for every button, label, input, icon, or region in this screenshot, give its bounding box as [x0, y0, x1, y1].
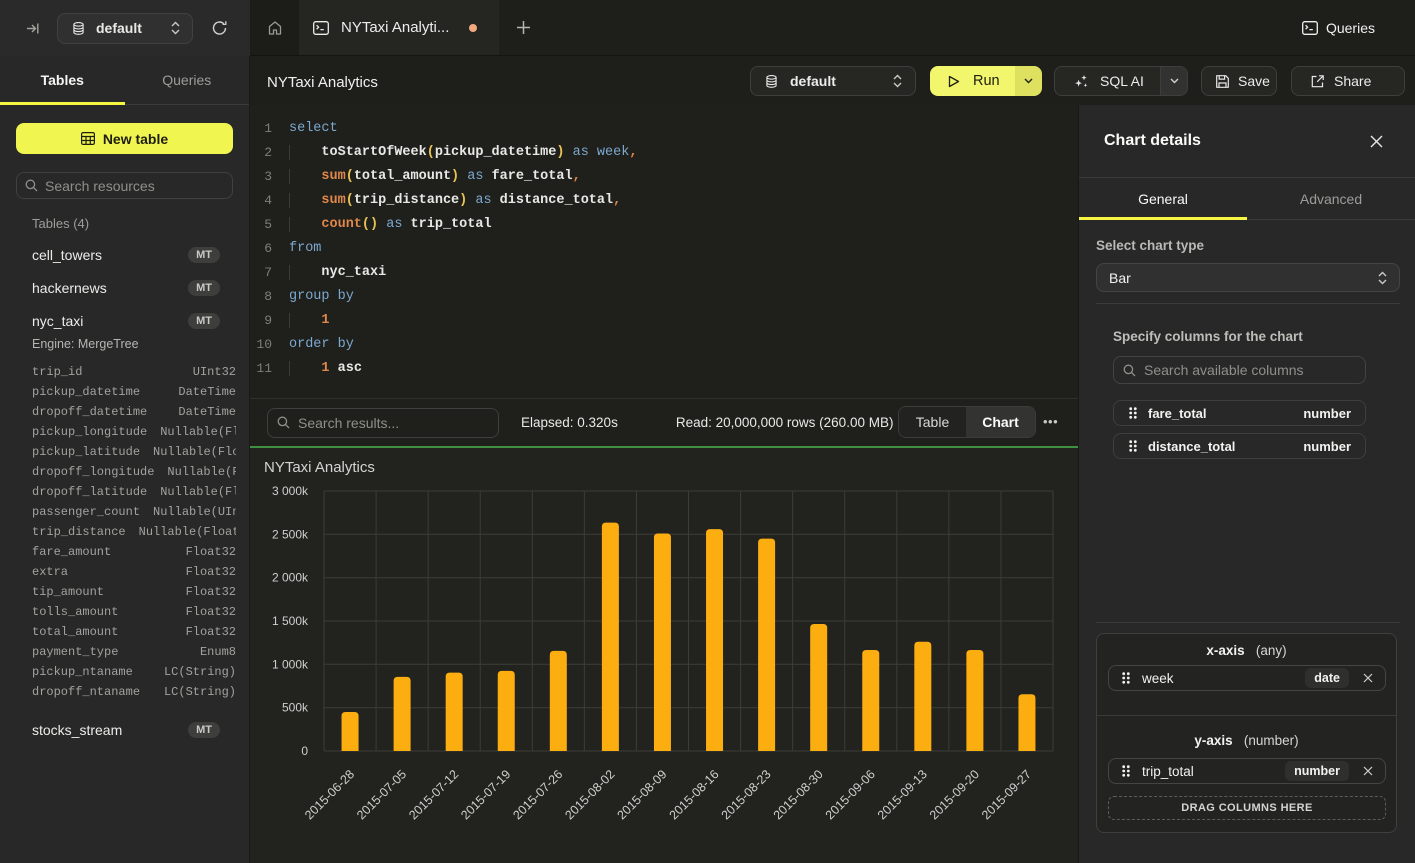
svg-text:2015-08-23: 2015-08-23 [719, 767, 774, 822]
svg-text:2015-07-19: 2015-07-19 [458, 767, 513, 822]
svg-text:1 500k: 1 500k [272, 614, 309, 628]
svg-text:2 500k: 2 500k [272, 527, 309, 541]
svg-text:2015-09-20: 2015-09-20 [927, 767, 982, 822]
svg-text:2015-07-26: 2015-07-26 [510, 767, 565, 822]
svg-text:500k: 500k [282, 701, 309, 715]
svg-text:3 000k: 3 000k [272, 484, 309, 498]
svg-text:2015-09-27: 2015-09-27 [979, 767, 1034, 822]
svg-text:2015-06-28: 2015-06-28 [302, 767, 357, 822]
svg-text:2015-08-09: 2015-08-09 [614, 767, 669, 822]
svg-text:2015-07-05: 2015-07-05 [354, 767, 409, 822]
svg-text:1 000k: 1 000k [272, 657, 309, 671]
svg-text:0: 0 [301, 744, 308, 758]
svg-text:2015-09-06: 2015-09-06 [823, 767, 878, 822]
svg-text:2015-08-02: 2015-08-02 [562, 767, 617, 822]
svg-text:2015-09-13: 2015-09-13 [875, 767, 930, 822]
svg-text:2015-07-12: 2015-07-12 [406, 767, 461, 822]
svg-text:2 000k: 2 000k [272, 571, 309, 585]
svg-text:2015-08-16: 2015-08-16 [667, 767, 722, 822]
svg-text:2015-08-30: 2015-08-30 [771, 767, 826, 822]
